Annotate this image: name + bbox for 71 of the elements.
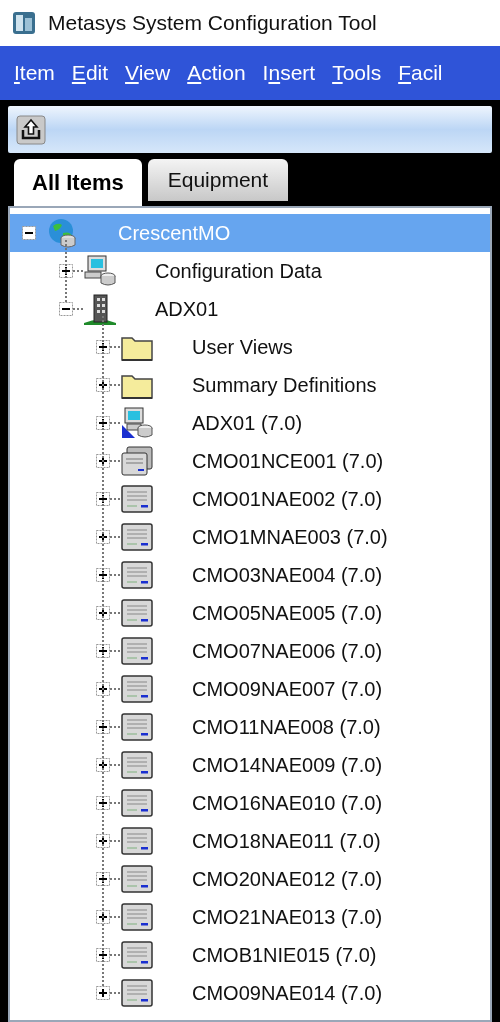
controller-icon — [121, 675, 153, 703]
expand-icon[interactable] — [96, 454, 110, 468]
tree-item[interactable]: Configuration Data — [155, 256, 322, 286]
tree-item[interactable]: ADX01 (7.0) — [192, 408, 303, 438]
controller-icon — [121, 713, 153, 741]
collapse-icon[interactable] — [22, 226, 36, 240]
expand-icon[interactable] — [96, 834, 110, 848]
expand-icon[interactable] — [96, 416, 110, 430]
controller-icon — [121, 789, 153, 817]
controller-icon — [121, 485, 153, 513]
controller-icon — [121, 561, 153, 589]
expand-icon[interactable] — [96, 948, 110, 962]
expand-icon[interactable] — [96, 796, 110, 810]
tree-item[interactable]: CMO09NAE014 (7.0) — [192, 978, 383, 1008]
menu-item[interactable]: Insert — [262, 57, 316, 89]
controller-icon — [121, 979, 153, 1007]
expand-icon[interactable] — [96, 340, 110, 354]
expand-icon[interactable] — [96, 606, 110, 620]
menu-item[interactable]: Item — [14, 57, 55, 89]
menu-item[interactable]: Tools — [332, 57, 382, 89]
expand-icon[interactable] — [96, 644, 110, 658]
tree-item[interactable]: ADX01 — [155, 294, 219, 324]
expand-icon[interactable] — [96, 682, 110, 696]
expand-icon[interactable] — [96, 758, 110, 772]
controller-icon — [121, 523, 153, 551]
expand-icon[interactable] — [96, 720, 110, 734]
expand-icon[interactable] — [96, 568, 110, 582]
tree-item[interactable]: CMO05NAE005 (7.0) — [192, 598, 383, 628]
expand-icon[interactable] — [59, 264, 73, 278]
collapse-icon[interactable] — [59, 302, 73, 316]
tree-item[interactable]: CMO07NAE006 (7.0) — [192, 636, 383, 666]
tree-item[interactable]: User Views — [192, 332, 293, 362]
window-title: Metasys System Configuration Tool — [48, 10, 377, 37]
computer-database-icon — [84, 255, 116, 287]
tree-item[interactable]: CMO01NCE001 (7.0) — [192, 446, 384, 476]
menu-item[interactable]: Edit — [71, 57, 109, 89]
computer-database-icon — [121, 407, 153, 439]
tree-item[interactable]: CMO16NAE010 (7.0) — [192, 788, 383, 818]
tab[interactable]: All Items — [14, 159, 142, 206]
globe-database-icon — [48, 218, 78, 248]
expand-icon[interactable] — [96, 378, 110, 392]
controller-icon — [121, 827, 153, 855]
tree-item[interactable]: CMO03NAE004 (7.0) — [192, 560, 383, 590]
app-icon — [12, 11, 36, 35]
tree-item[interactable]: CMO14NAE009 (7.0) — [192, 750, 383, 780]
tree-item[interactable]: CMO01NAE002 (7.0) — [192, 484, 383, 514]
expand-icon[interactable] — [96, 530, 110, 544]
tree-item[interactable]: CMO18NAE011 (7.0) — [192, 826, 381, 856]
tree-item[interactable]: CMO21NAE013 (7.0) — [192, 902, 383, 932]
tree-item[interactable]: CMO20NAE012 (7.0) — [192, 864, 383, 894]
tree-item[interactable]: CMOB1NIE015 (7.0) — [192, 940, 377, 970]
expand-icon[interactable] — [96, 872, 110, 886]
controller-icon — [121, 903, 153, 931]
expand-icon[interactable] — [96, 986, 110, 1000]
tree-item[interactable]: Summary Definitions — [192, 370, 377, 400]
tree-item[interactable]: CMO09NAE007 (7.0) — [192, 674, 383, 704]
controller-icon — [121, 865, 153, 893]
controller-icon — [121, 751, 153, 779]
menu-item[interactable]: Facil — [398, 57, 443, 89]
expand-icon[interactable] — [96, 492, 110, 506]
controller-icon — [121, 599, 153, 627]
expand-icon[interactable] — [96, 910, 110, 924]
upload-icon[interactable] — [16, 114, 46, 145]
tab[interactable]: Equipment — [147, 159, 289, 201]
menu-item[interactable]: View — [125, 57, 171, 89]
tree-item[interactable]: CMO1MNAE003 (7.0) — [192, 522, 388, 552]
building-icon — [84, 293, 116, 325]
tree-item[interactable]: CMO11NAE008 (7.0) — [192, 712, 381, 742]
menu-item[interactable]: Action — [187, 57, 246, 89]
controller-icon — [121, 637, 153, 665]
controller-icon — [121, 941, 153, 969]
